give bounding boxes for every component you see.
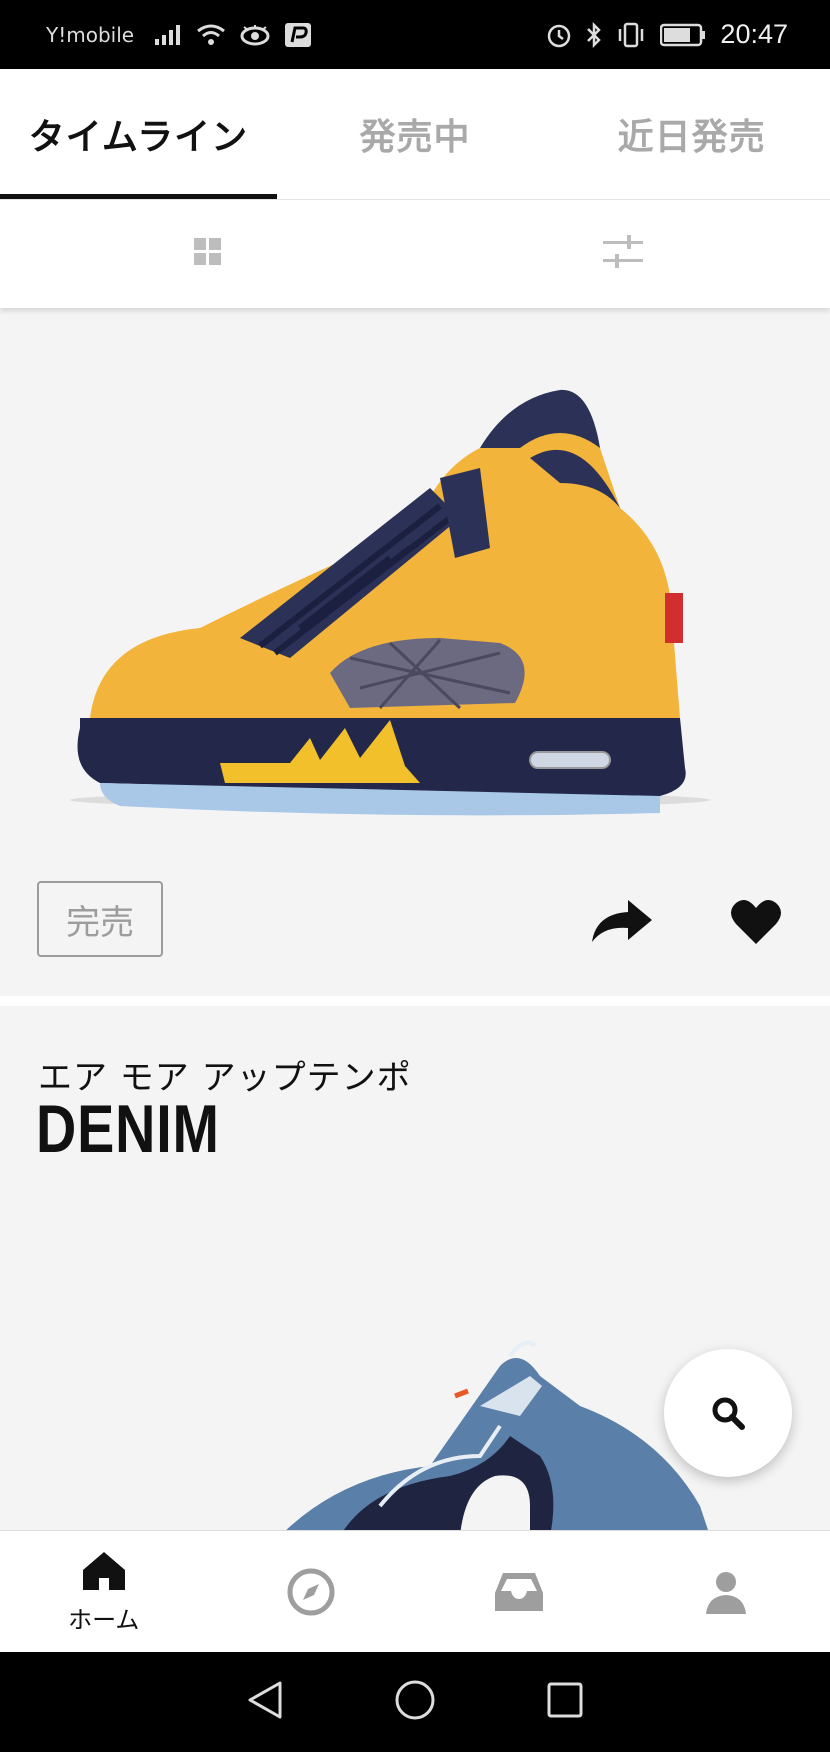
nav-inbox[interactable]: [415, 1531, 623, 1653]
nav-home-label: ホーム: [68, 1605, 140, 1634]
search-icon: [712, 1397, 745, 1430]
product-card[interactable]: 完売: [0, 308, 830, 996]
battery-icon: [660, 23, 706, 47]
home-icon: [82, 1551, 125, 1590]
nav-home[interactable]: ホーム: [0, 1531, 208, 1653]
sneaker-image: [70, 389, 710, 816]
status-left: Y!mobile: [46, 22, 312, 48]
eye-icon: [240, 24, 270, 46]
app-screen: Y!mobile 20:47 タイムライン 発売中 近日発売 完売 エア モア …: [0, 0, 830, 1752]
product-title: DENIM: [36, 1091, 220, 1167]
bottom-navigation: ホーム: [0, 1530, 830, 1653]
like-button[interactable]: [730, 898, 782, 946]
feed: 完売 エア モア アップテンポ DENIM: [0, 308, 830, 1530]
top-tab-bar: タイムライン 発売中 近日発売: [0, 69, 830, 200]
sold-out-badge: 完売: [37, 881, 163, 957]
status-right: 20:47: [546, 19, 788, 50]
status-time: 20:47: [720, 19, 788, 49]
recents-icon[interactable]: [546, 1681, 584, 1723]
tab-upcoming[interactable]: 近日発売: [553, 69, 830, 199]
search-fab[interactable]: [664, 1349, 792, 1477]
alarm-icon: [546, 22, 572, 48]
card-separator: [0, 996, 830, 1006]
signal-icon: [154, 24, 182, 46]
view-toolbar: [0, 200, 830, 308]
filter-sliders-icon: [602, 235, 643, 273]
status-bar: Y!mobile 20:47: [0, 0, 830, 69]
wifi-icon: [196, 23, 226, 47]
compass-icon: [287, 1568, 335, 1616]
share-button[interactable]: [590, 898, 654, 946]
inbox-icon: [494, 1573, 543, 1611]
profile-icon: [706, 1572, 747, 1614]
back-icon[interactable]: [246, 1680, 284, 1724]
nav-profile[interactable]: [623, 1531, 830, 1653]
grid-view-button[interactable]: [0, 200, 415, 308]
nav-discover[interactable]: [208, 1531, 416, 1653]
grid-view-icon: [193, 237, 223, 271]
share-icon: [592, 900, 652, 942]
tab-timeline[interactable]: タイムライン: [0, 69, 277, 199]
paypay-icon: [284, 22, 312, 48]
filter-button[interactable]: [415, 200, 830, 308]
system-navigation-bar: [0, 1652, 830, 1752]
bluetooth-icon: [586, 21, 602, 48]
heart-icon: [731, 899, 781, 944]
carrier-name: Y!mobile: [46, 22, 135, 47]
home-circle-icon[interactable]: [394, 1679, 436, 1725]
vibrate-icon: [616, 22, 646, 48]
tab-on-sale[interactable]: 発売中: [277, 69, 554, 199]
